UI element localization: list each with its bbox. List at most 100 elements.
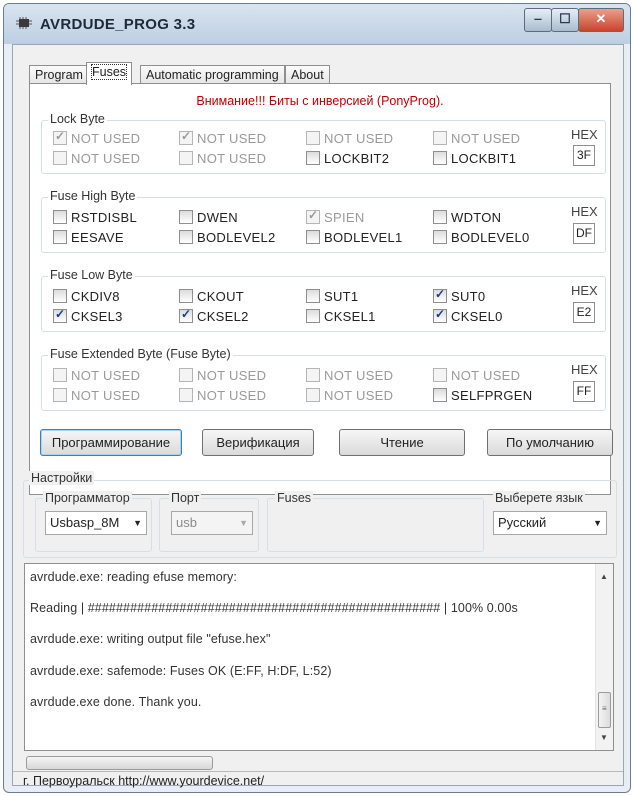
- read-button[interactable]: Чтение: [339, 429, 465, 456]
- bodlevel0-label: BODLEVEL0: [451, 230, 530, 245]
- bodlevel1-checkbox[interactable]: BODLEVEL1: [306, 230, 403, 245]
- fuse-high-group: Fuse High Byte RSTDISBL DWEN ✓ SPIEN WDTO…: [41, 189, 606, 253]
- log-vertical-scrollbar[interactable]: ▲ ≡ ▼: [595, 564, 613, 750]
- port-label: Порт: [169, 491, 202, 505]
- bodlevel2-checkbox[interactable]: BODLEVEL2: [179, 230, 276, 245]
- dropdown-arrow-icon: ▼: [239, 518, 248, 528]
- low-hex-value: E2: [573, 302, 595, 323]
- tab-about-label: About: [291, 68, 324, 82]
- fuses-label: Fuses: [275, 491, 314, 505]
- lock-bit-1[interactable]: ✓ NOT USED: [179, 129, 266, 146]
- scroll-up-icon[interactable]: ▲: [600, 572, 608, 581]
- lock-bit-2[interactable]: NOT USED: [306, 131, 393, 146]
- checkbox-box: [179, 210, 193, 224]
- language-select[interactable]: Русский ▼: [493, 511, 607, 535]
- wdton-label: WDTON: [451, 210, 502, 225]
- checkbox-box: [306, 151, 320, 165]
- checkbox-box: [306, 388, 320, 402]
- program-button[interactable]: Программирование: [40, 429, 182, 456]
- lockbit2-checkbox[interactable]: LOCKBIT2: [306, 151, 389, 166]
- cksel0-checkbox[interactable]: ✓ CKSEL0: [433, 307, 503, 324]
- ext-bit-4[interactable]: NOT USED: [53, 388, 140, 403]
- tab-program[interactable]: Program: [29, 65, 89, 84]
- close-button[interactable]: ✕: [578, 8, 624, 32]
- cksel1-checkbox[interactable]: CKSEL1: [306, 309, 376, 324]
- tab-fuses[interactable]: Fuses: [86, 62, 133, 85]
- settings-title: Настройки: [29, 471, 95, 485]
- lockbit1-label: LOCKBIT1: [451, 151, 517, 166]
- log-line: avrdude.exe: reading efuse memory:: [30, 570, 237, 584]
- scroll-down-icon[interactable]: ▼: [600, 733, 608, 742]
- checkbox-box: [433, 151, 447, 165]
- lock-bit-4[interactable]: NOT USED: [53, 151, 140, 166]
- maximize-button[interactable]: ☐: [551, 8, 579, 32]
- lock-bit-3[interactable]: NOT USED: [433, 131, 520, 146]
- ext-hex-label: HEX: [571, 362, 598, 377]
- high-hex-label: HEX: [571, 204, 598, 219]
- sut1-checkbox[interactable]: SUT1: [306, 289, 358, 304]
- minimize-button[interactable]: ‒: [524, 8, 552, 32]
- rstdisbl-checkbox[interactable]: RSTDISBL: [53, 210, 137, 225]
- programmer-value: Usbasp_8M: [50, 515, 120, 530]
- dropdown-arrow-icon: ▼: [133, 518, 142, 528]
- ext-bit-3[interactable]: NOT USED: [433, 368, 520, 383]
- rstdisbl-label: RSTDISBL: [71, 210, 137, 225]
- lock-byte-group: Lock Byte ✓ NOT USED ✓ NOT USED NOT USED N…: [41, 112, 606, 174]
- default-button[interactable]: По умолчанию: [487, 429, 613, 456]
- high-hex-value: DF: [573, 223, 595, 244]
- bodlevel0-checkbox[interactable]: BODLEVEL0: [433, 230, 530, 245]
- tab-automatic-programming[interactable]: Automatic programming: [140, 65, 285, 84]
- ext-bit-6-label: NOT USED: [324, 388, 394, 403]
- lock-bit-5-label: NOT USED: [197, 151, 267, 166]
- dwen-checkbox[interactable]: DWEN: [179, 210, 238, 225]
- ext-bit-5[interactable]: NOT USED: [179, 388, 266, 403]
- checkbox-box: [433, 131, 447, 145]
- selfprgen-checkbox[interactable]: SELFPRGEN: [433, 388, 532, 403]
- ext-bit-2[interactable]: NOT USED: [306, 368, 393, 383]
- spien-checkbox[interactable]: ✓ SPIEN: [306, 208, 365, 225]
- lock-bit-0[interactable]: ✓ NOT USED: [53, 129, 140, 146]
- sut0-checkbox[interactable]: ✓ SUT0: [433, 287, 485, 304]
- tab-automatic-label: Automatic programming: [146, 68, 279, 82]
- ext-bit-6[interactable]: NOT USED: [306, 388, 393, 403]
- checkbox-box: ✓: [53, 307, 67, 323]
- checkbox-box: ✓: [179, 307, 193, 323]
- verify-button[interactable]: Верификация: [202, 429, 314, 456]
- checkbox-box: [53, 230, 67, 244]
- language-label: Выберете язык: [493, 491, 585, 505]
- inversion-warning: Внимание!!! Биты с инверсией (PonyProg).: [196, 94, 444, 108]
- ckdiv8-checkbox[interactable]: CKDIV8: [53, 289, 120, 304]
- checkbox-box: [433, 210, 447, 224]
- horizontal-scrollbar[interactable]: [26, 756, 213, 770]
- lockbit1-checkbox[interactable]: LOCKBIT1: [433, 151, 516, 166]
- checkbox-box: [179, 289, 193, 303]
- wdton-checkbox[interactable]: WDTON: [433, 210, 501, 225]
- checkbox-box: [433, 368, 447, 382]
- tab-about[interactable]: About: [285, 65, 330, 84]
- checkbox-box: [179, 230, 193, 244]
- fuse-high-title: Fuse High Byte: [48, 189, 138, 203]
- grip-icon: ≡: [602, 704, 607, 713]
- ext-bit-1[interactable]: NOT USED: [179, 368, 266, 383]
- ext-bit-0[interactable]: NOT USED: [53, 368, 140, 383]
- cksel3-checkbox[interactable]: ✓ CKSEL3: [53, 307, 123, 324]
- cksel2-checkbox[interactable]: ✓ CKSEL2: [179, 307, 249, 324]
- output-log[interactable]: avrdude.exe: reading efuse memory: Readi…: [24, 563, 614, 751]
- fuses-group: [267, 498, 484, 552]
- client-area: Program Fuses Automatic programming Abou…: [12, 44, 624, 788]
- scroll-thumb[interactable]: ≡: [598, 692, 611, 728]
- cksel0-label: CKSEL0: [451, 309, 503, 324]
- programmer-select[interactable]: Usbasp_8M ▼: [45, 511, 147, 535]
- checkbox-box: [433, 388, 447, 402]
- title-bar[interactable]: AVRDUDE_PROG 3.3 ‒ ☐ ✕: [4, 4, 630, 44]
- port-select[interactable]: usb ▼: [171, 511, 253, 535]
- lock-bit-5[interactable]: NOT USED: [179, 151, 266, 166]
- ext-bit-5-label: NOT USED: [197, 388, 267, 403]
- checkbox-box: [306, 131, 320, 145]
- lock-bit-4-label: NOT USED: [71, 151, 141, 166]
- ckout-checkbox[interactable]: CKOUT: [179, 289, 244, 304]
- check-icon: ✓: [181, 129, 192, 143]
- check-icon: ✓: [435, 307, 446, 321]
- dwen-label: DWEN: [197, 210, 238, 225]
- eesave-checkbox[interactable]: EESAVE: [53, 230, 124, 245]
